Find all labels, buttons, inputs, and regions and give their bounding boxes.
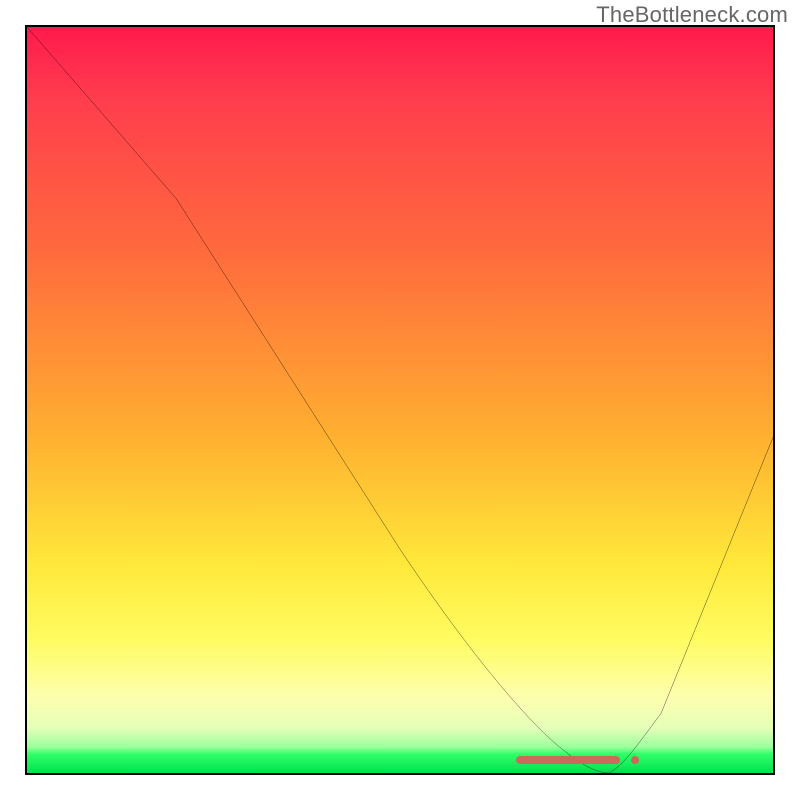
bottleneck-curve-path bbox=[27, 27, 773, 773]
chart-frame bbox=[25, 25, 775, 775]
optimal-range-strip bbox=[516, 756, 620, 764]
bottleneck-curve bbox=[27, 27, 773, 773]
